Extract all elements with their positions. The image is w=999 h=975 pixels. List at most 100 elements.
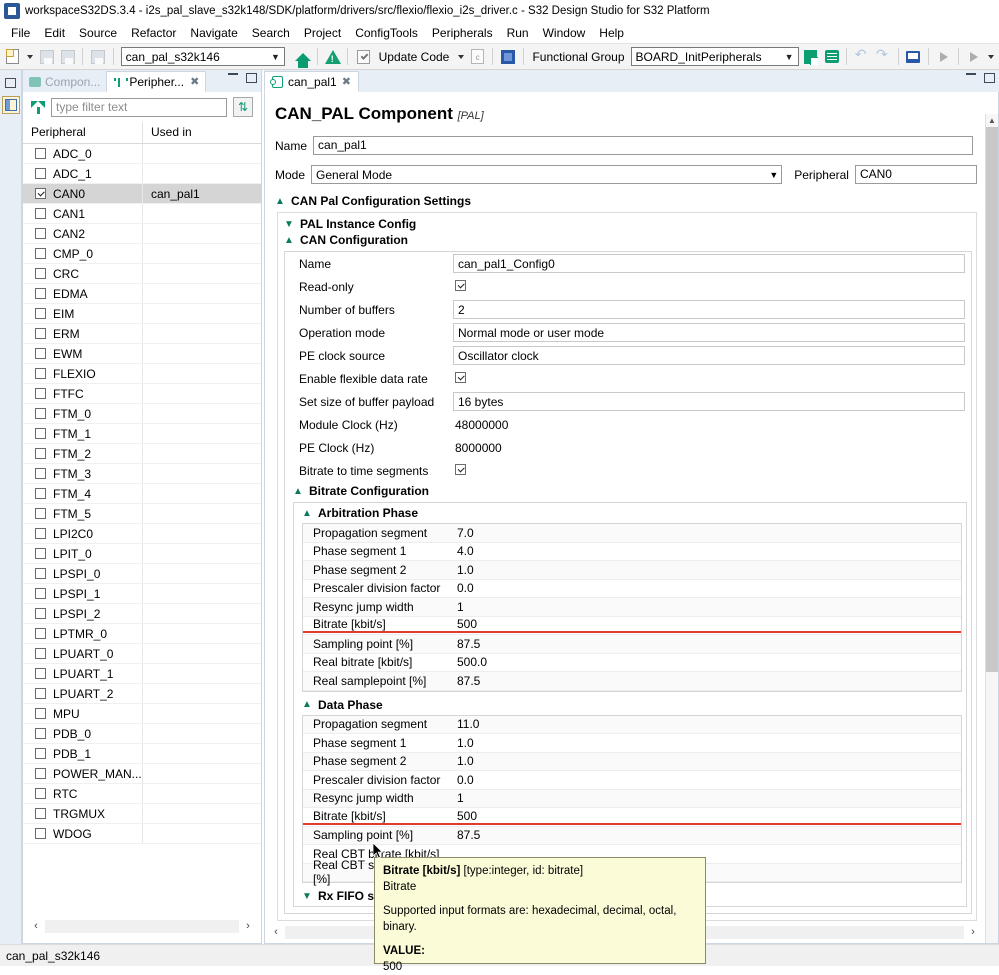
name-input[interactable]: can_pal1 bbox=[313, 136, 974, 155]
peripheral-checkbox[interactable] bbox=[35, 828, 46, 839]
phase-row[interactable]: Phase segment 2 1.0 bbox=[303, 752, 961, 771]
table-row[interactable]: FTM_1 bbox=[23, 424, 261, 444]
peripheral-input[interactable]: CAN0 bbox=[854, 165, 977, 184]
config-input[interactable]: 2 bbox=[453, 300, 965, 319]
peripheral-checkbox[interactable] bbox=[35, 508, 46, 519]
table-row[interactable]: CAN0 can_pal1 bbox=[23, 184, 261, 204]
project-combo[interactable]: can_pal_s32k146 ▼ bbox=[120, 47, 285, 66]
table-row[interactable]: FTFC bbox=[23, 384, 261, 404]
scroll-track[interactable] bbox=[45, 919, 239, 933]
new-file-dropdown[interactable] bbox=[24, 46, 35, 67]
peripheral-checkbox[interactable] bbox=[35, 408, 46, 419]
phase-row[interactable]: Resync jump width 1 bbox=[303, 789, 961, 808]
update-code-dropdown[interactable] bbox=[455, 46, 466, 67]
c-file-button[interactable]: c bbox=[468, 46, 487, 67]
binary-view-button[interactable] bbox=[88, 46, 107, 67]
phase-row[interactable]: Sampling point [%] 87.5 bbox=[303, 635, 961, 654]
peripheral-checkbox[interactable] bbox=[35, 148, 46, 159]
peripheral-checkbox[interactable] bbox=[35, 428, 46, 439]
table-row[interactable]: POWER_MAN... bbox=[23, 764, 261, 784]
menu-item-peripherals[interactable]: Peripherals bbox=[425, 24, 500, 42]
table-row[interactable]: LPIT_0 bbox=[23, 544, 261, 564]
update-code-label[interactable]: Update Code bbox=[375, 50, 454, 64]
peripheral-checkbox[interactable] bbox=[35, 188, 46, 199]
table-row[interactable]: LPI2C0 bbox=[23, 524, 261, 544]
config-input[interactable]: 16 bytes bbox=[453, 392, 965, 411]
functional-group-combo[interactable]: BOARD_InitPeripherals ▼ bbox=[630, 47, 799, 66]
editor-vertical-scrollbar[interactable]: ▲ bbox=[985, 114, 998, 943]
table-row[interactable]: LPSPI_0 bbox=[23, 564, 261, 584]
peripheral-checkbox[interactable] bbox=[35, 588, 46, 599]
minimize-view-icon[interactable] bbox=[228, 73, 238, 75]
phase-row[interactable]: Real samplepoint [%] 87.5 bbox=[303, 672, 961, 691]
peripheral-checkbox[interactable] bbox=[35, 368, 46, 379]
restore-perspective-button[interactable] bbox=[2, 74, 20, 92]
peripheral-checkbox[interactable] bbox=[35, 228, 46, 239]
table-row[interactable]: PDB_1 bbox=[23, 744, 261, 764]
peripheral-checkbox[interactable] bbox=[35, 648, 46, 659]
scroll-left-icon[interactable]: ‹ bbox=[27, 918, 45, 934]
phase-value[interactable]: 500.0 bbox=[453, 655, 961, 669]
table-row[interactable]: MPU bbox=[23, 704, 261, 724]
flag-button[interactable] bbox=[801, 46, 820, 67]
phase-row[interactable]: Resync jump width 1 bbox=[303, 598, 961, 617]
phase-value[interactable]: 500 bbox=[453, 617, 961, 634]
phase-row[interactable]: Propagation segment 7.0 bbox=[303, 524, 961, 543]
peripheral-checkbox[interactable] bbox=[35, 528, 46, 539]
table-row[interactable]: CMP_0 bbox=[23, 244, 261, 264]
phase-row[interactable]: Phase segment 1 4.0 bbox=[303, 543, 961, 561]
peripheral-checkbox[interactable] bbox=[35, 608, 46, 619]
undo-button[interactable] bbox=[852, 46, 871, 67]
table-row[interactable]: LPTMR_0 bbox=[23, 624, 261, 644]
section-pal-instance-config[interactable]: ▼ PAL Instance Config bbox=[284, 217, 976, 231]
redo-button[interactable] bbox=[873, 46, 892, 67]
table-row[interactable]: ADC_1 bbox=[23, 164, 261, 184]
close-icon[interactable]: ✖ bbox=[342, 75, 351, 88]
menu-item-edit[interactable]: Edit bbox=[37, 24, 72, 42]
section-data-phase[interactable]: ▲ Data Phase bbox=[302, 698, 966, 712]
table-row[interactable]: ERM bbox=[23, 324, 261, 344]
debug-button[interactable] bbox=[964, 46, 983, 67]
tab-components[interactable]: Compon... bbox=[23, 71, 106, 92]
minimize-editor-icon[interactable] bbox=[966, 73, 976, 75]
section-can-configuration[interactable]: ▲ CAN Configuration bbox=[284, 233, 976, 247]
column-header-used-in[interactable]: Used in bbox=[143, 122, 261, 143]
table-row[interactable]: EDMA bbox=[23, 284, 261, 304]
table-row[interactable]: FTM_4 bbox=[23, 484, 261, 504]
phase-value[interactable]: 1 bbox=[453, 600, 961, 614]
report-button[interactable] bbox=[822, 46, 841, 67]
section-can-pal-settings[interactable]: ▲ CAN Pal Configuration Settings bbox=[275, 194, 977, 208]
config-checkbox[interactable] bbox=[455, 279, 466, 291]
config-input[interactable]: can_pal1_Config0 bbox=[453, 254, 965, 273]
peripheral-checkbox[interactable] bbox=[35, 268, 46, 279]
config-input[interactable]: Normal mode or user mode bbox=[453, 323, 965, 342]
phase-value[interactable]: 1 bbox=[453, 791, 961, 805]
config-checkbox[interactable] bbox=[455, 463, 466, 475]
phase-value[interactable]: 11.0 bbox=[453, 717, 961, 731]
peripheral-checkbox[interactable] bbox=[35, 328, 46, 339]
menu-item-window[interactable]: Window bbox=[536, 24, 593, 42]
menu-item-source[interactable]: Source bbox=[72, 24, 124, 42]
tab-can-pal1[interactable]: can_pal1 ✖ bbox=[264, 71, 359, 92]
chip-button[interactable] bbox=[498, 46, 517, 67]
peripheral-checkbox[interactable] bbox=[35, 208, 46, 219]
table-row[interactable]: LPSPI_1 bbox=[23, 584, 261, 604]
peripheral-checkbox[interactable] bbox=[35, 348, 46, 359]
table-row[interactable]: EIM bbox=[23, 304, 261, 324]
peripheral-checkbox[interactable] bbox=[35, 788, 46, 799]
table-row[interactable]: ADC_0 bbox=[23, 144, 261, 164]
phase-row[interactable]: Propagation segment 11.0 bbox=[303, 715, 961, 734]
phase-value[interactable]: 0.0 bbox=[453, 773, 961, 787]
scroll-right-icon[interactable]: › bbox=[964, 924, 982, 940]
peripheral-checkbox[interactable] bbox=[35, 568, 46, 579]
menu-item-navigate[interactable]: Navigate bbox=[183, 24, 244, 42]
column-header-peripheral[interactable]: Peripheral bbox=[23, 122, 143, 143]
table-row[interactable]: FTM_2 bbox=[23, 444, 261, 464]
peripheral-checkbox[interactable] bbox=[35, 288, 46, 299]
peripheral-checkbox[interactable] bbox=[35, 168, 46, 179]
phase-value[interactable]: 1.0 bbox=[453, 563, 961, 577]
peripherals-horizontal-scrollbar[interactable]: ‹ › bbox=[27, 917, 257, 935]
table-row[interactable]: CRC bbox=[23, 264, 261, 284]
scroll-up-icon[interactable]: ▲ bbox=[986, 114, 998, 127]
menu-item-run[interactable]: Run bbox=[500, 24, 536, 42]
